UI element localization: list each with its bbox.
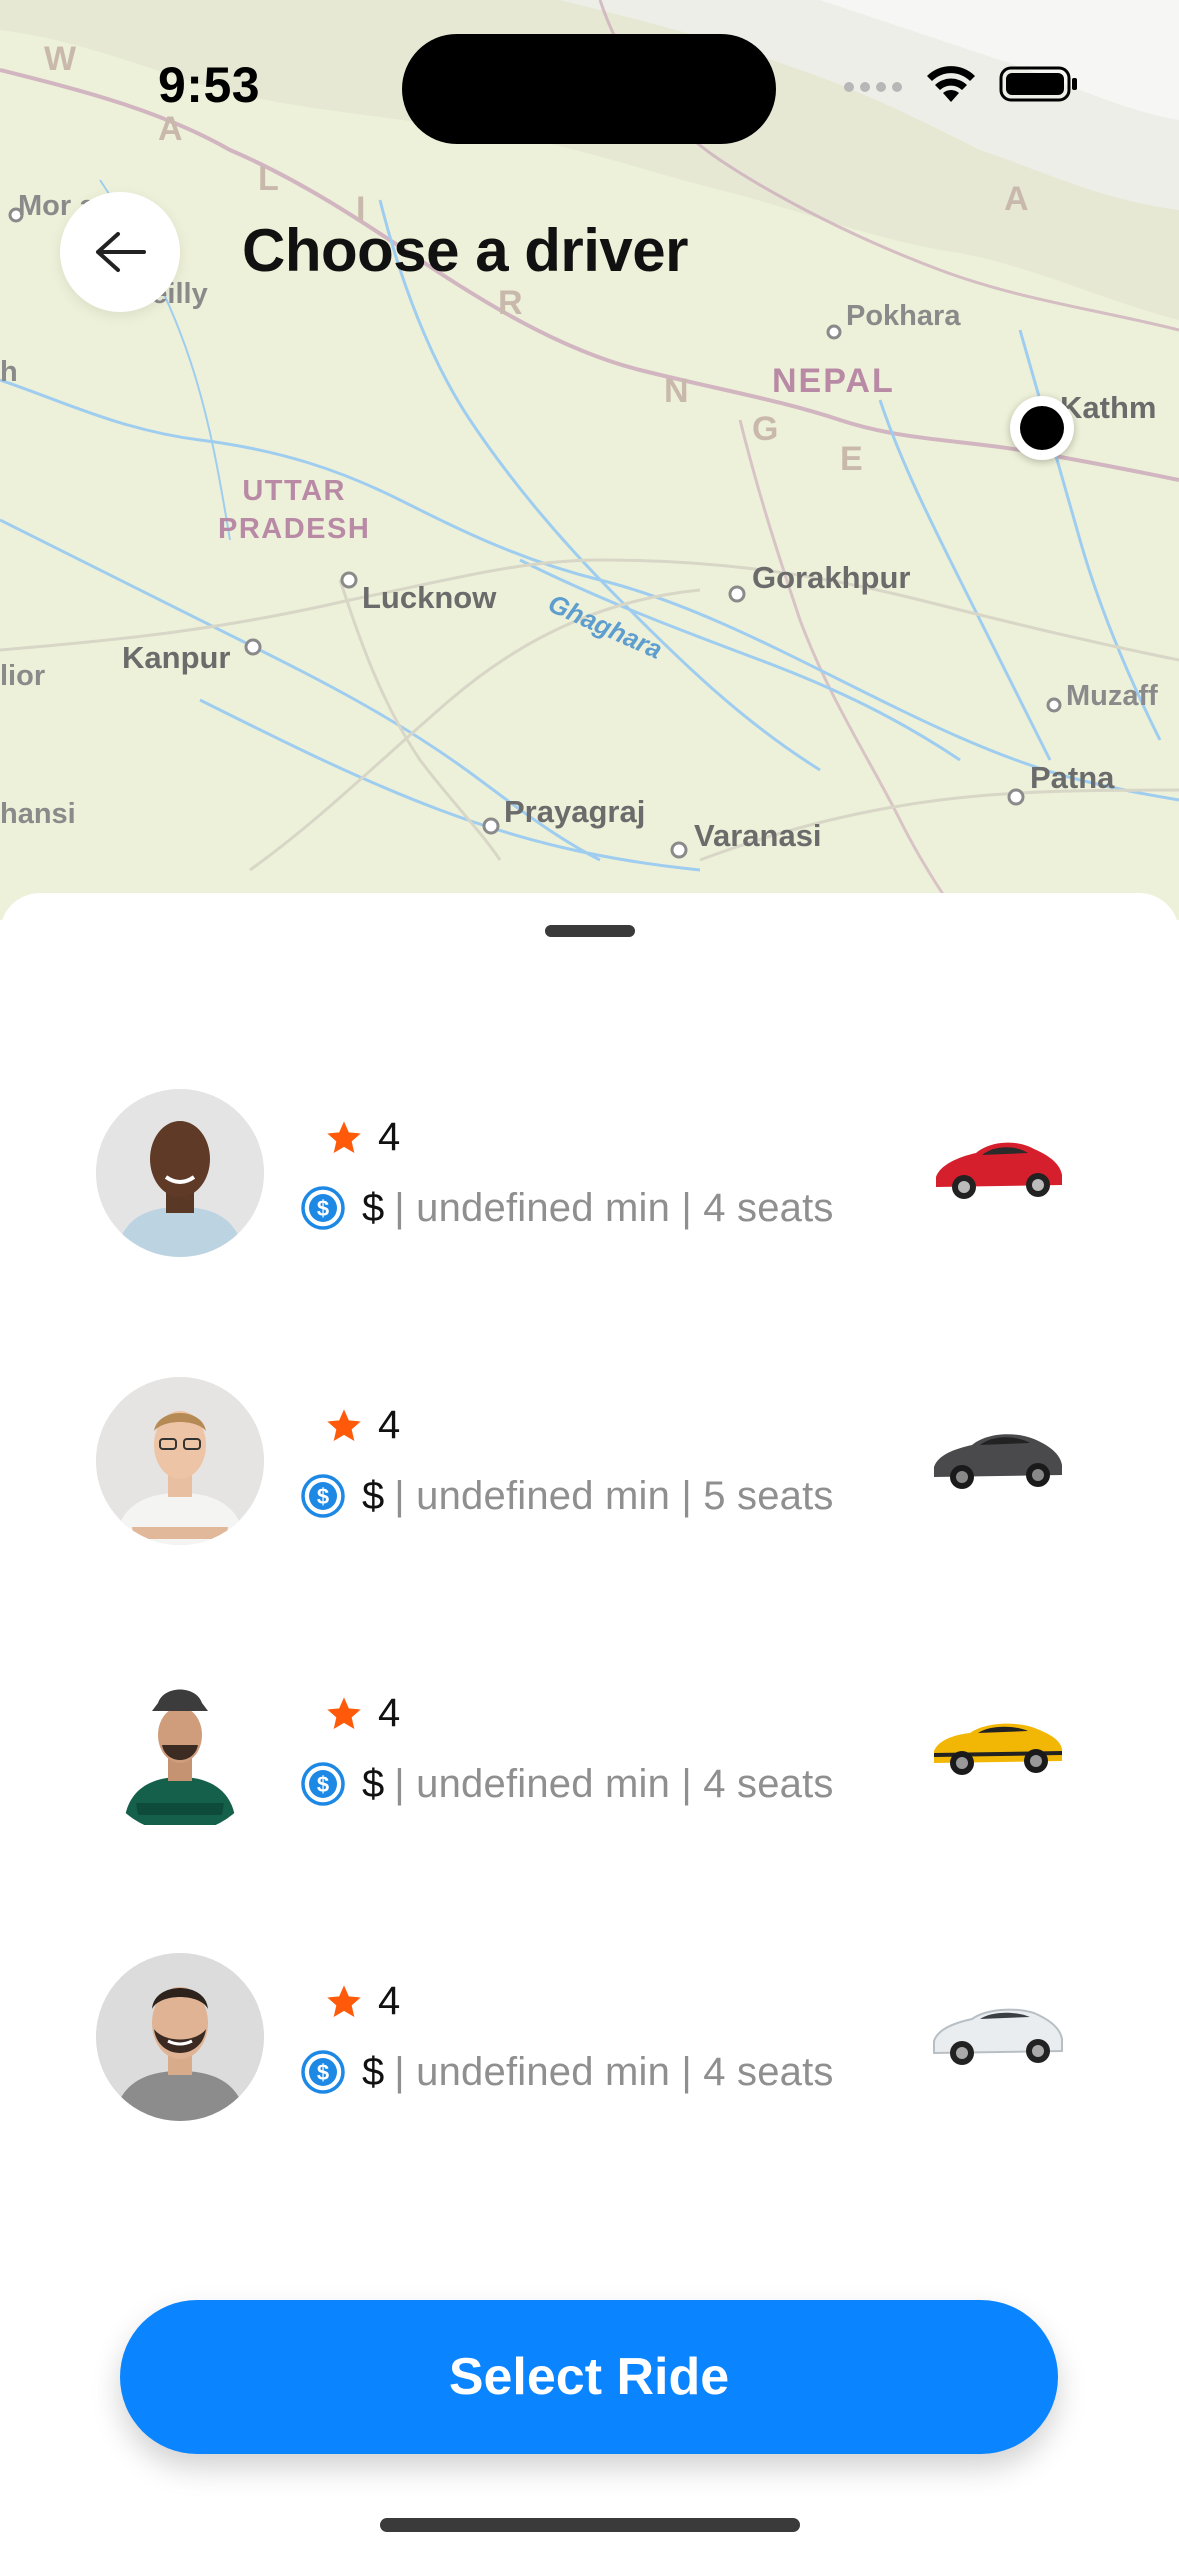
driver-row[interactable]: 4 $ $ | undefined min | 5 seats <box>0 1377 1179 1577</box>
map-range-letter: A <box>1004 180 1029 218</box>
map-range-letter: N <box>664 372 689 410</box>
ride-meta: $ $ | undefined min | 5 seats <box>300 1473 834 1519</box>
price: $ <box>362 1473 385 1518</box>
driver-avatar <box>96 1953 264 2121</box>
map-range-letter: L <box>258 160 279 198</box>
star-icon <box>327 1984 361 2017</box>
ride-meta: $ $ | undefined min | 4 seats <box>300 2049 834 2095</box>
select-ride-button[interactable]: Select Ride <box>120 2300 1058 2454</box>
status-time: 9:53 <box>158 57 261 113</box>
map-label-jhansi: hansi <box>0 798 76 830</box>
battery-icon <box>999 66 1077 102</box>
gray-car-icon <box>934 1434 1062 1489</box>
map-label-varanasi: Varanasi <box>694 818 822 853</box>
status-icons <box>841 64 1079 104</box>
map-label-prayagraj: Prayagraj <box>504 794 646 829</box>
star-icon <box>327 1120 361 1153</box>
dollar-circle-icon: $ <box>301 2050 345 2094</box>
dollar-circle-icon: $ <box>301 1762 345 1806</box>
map-label-muzaffarpur: Muzaff <box>1066 680 1158 712</box>
svg-text:$: $ <box>317 1196 329 1221</box>
map-label-gwalior: lior <box>0 660 46 692</box>
arrow-left-icon <box>96 232 146 272</box>
sheet-grabber[interactable] <box>545 925 635 937</box>
price: $ <box>362 1185 385 1230</box>
map-label-lucknow: Lucknow <box>362 580 497 615</box>
driver-row[interactable]: 4 $ $ | undefined min | 4 seats <box>0 1089 1179 1289</box>
wifi-icon <box>927 66 975 102</box>
rating: 4 <box>324 1115 400 1160</box>
map-label-uttar-pradesh: UTTAR PRADESH <box>218 475 371 545</box>
current-location-marker[interactable] <box>1010 396 1074 460</box>
star-icon <box>327 1696 361 1729</box>
map-range-letter: G <box>752 410 779 448</box>
svg-text:$: $ <box>317 2060 329 2085</box>
yellow-car-icon <box>934 1723 1062 1775</box>
rating-value: 4 <box>378 1115 401 1159</box>
map-label-patna: Patna <box>1030 760 1115 795</box>
dollar-circle-icon: $ <box>301 1474 345 1518</box>
rating: 4 <box>324 1979 400 2024</box>
driver-row[interactable]: 4 $ $ | undefined min | 4 seats <box>0 1953 1179 2153</box>
map-range-letter: W <box>44 40 77 78</box>
driver-row[interactable]: 4 $ $ | undefined min | 4 seats <box>0 1665 1179 1865</box>
red-car-icon <box>936 1142 1062 1199</box>
map-label-gorakhpur: Gorakhpur <box>752 560 911 595</box>
map-label-kathmandu: Kathm <box>1060 390 1157 425</box>
map-label-pokhara: Pokhara <box>846 300 961 332</box>
map-range-letter: E <box>840 440 863 478</box>
map-label-edge: h <box>0 356 18 388</box>
home-indicator <box>380 2518 800 2532</box>
rating-value: 4 <box>378 1403 401 1447</box>
dollar-circle-icon: $ <box>301 1186 345 1230</box>
ride-details: | undefined min | 5 seats <box>394 1473 834 1518</box>
driver-avatar <box>96 1665 264 1833</box>
map-label-kanpur: Kanpur <box>122 640 231 675</box>
ride-details: | undefined min | 4 seats <box>394 1185 834 1230</box>
price: $ <box>362 2049 385 2094</box>
ride-details: | undefined min | 4 seats <box>394 2049 834 2094</box>
ride-meta: $ $ | undefined min | 4 seats <box>300 1761 834 1807</box>
map-label-nepal: NEPAL <box>772 362 895 400</box>
driver-avatar <box>96 1377 264 1545</box>
star-icon <box>327 1408 361 1441</box>
back-button[interactable] <box>60 192 180 312</box>
rating-value: 4 <box>378 1691 401 1735</box>
ride-details: | undefined min | 4 seats <box>394 1761 834 1806</box>
map-range-letter: A <box>158 110 183 148</box>
cellular-signal-icon <box>844 82 902 92</box>
map-range-letter: R <box>498 284 523 322</box>
dynamic-island <box>402 34 776 144</box>
driver-avatar <box>96 1089 264 1257</box>
white-car-icon <box>933 2008 1063 2065</box>
rating-value: 4 <box>378 1979 401 2023</box>
svg-text:$: $ <box>317 1484 329 1509</box>
page-title: Choose a driver <box>242 217 689 284</box>
price: $ <box>362 1761 385 1806</box>
rating: 4 <box>324 1403 400 1448</box>
ride-meta: $ $ | undefined min | 4 seats <box>300 1185 834 1231</box>
svg-text:$: $ <box>317 1772 329 1797</box>
rating: 4 <box>324 1691 400 1736</box>
